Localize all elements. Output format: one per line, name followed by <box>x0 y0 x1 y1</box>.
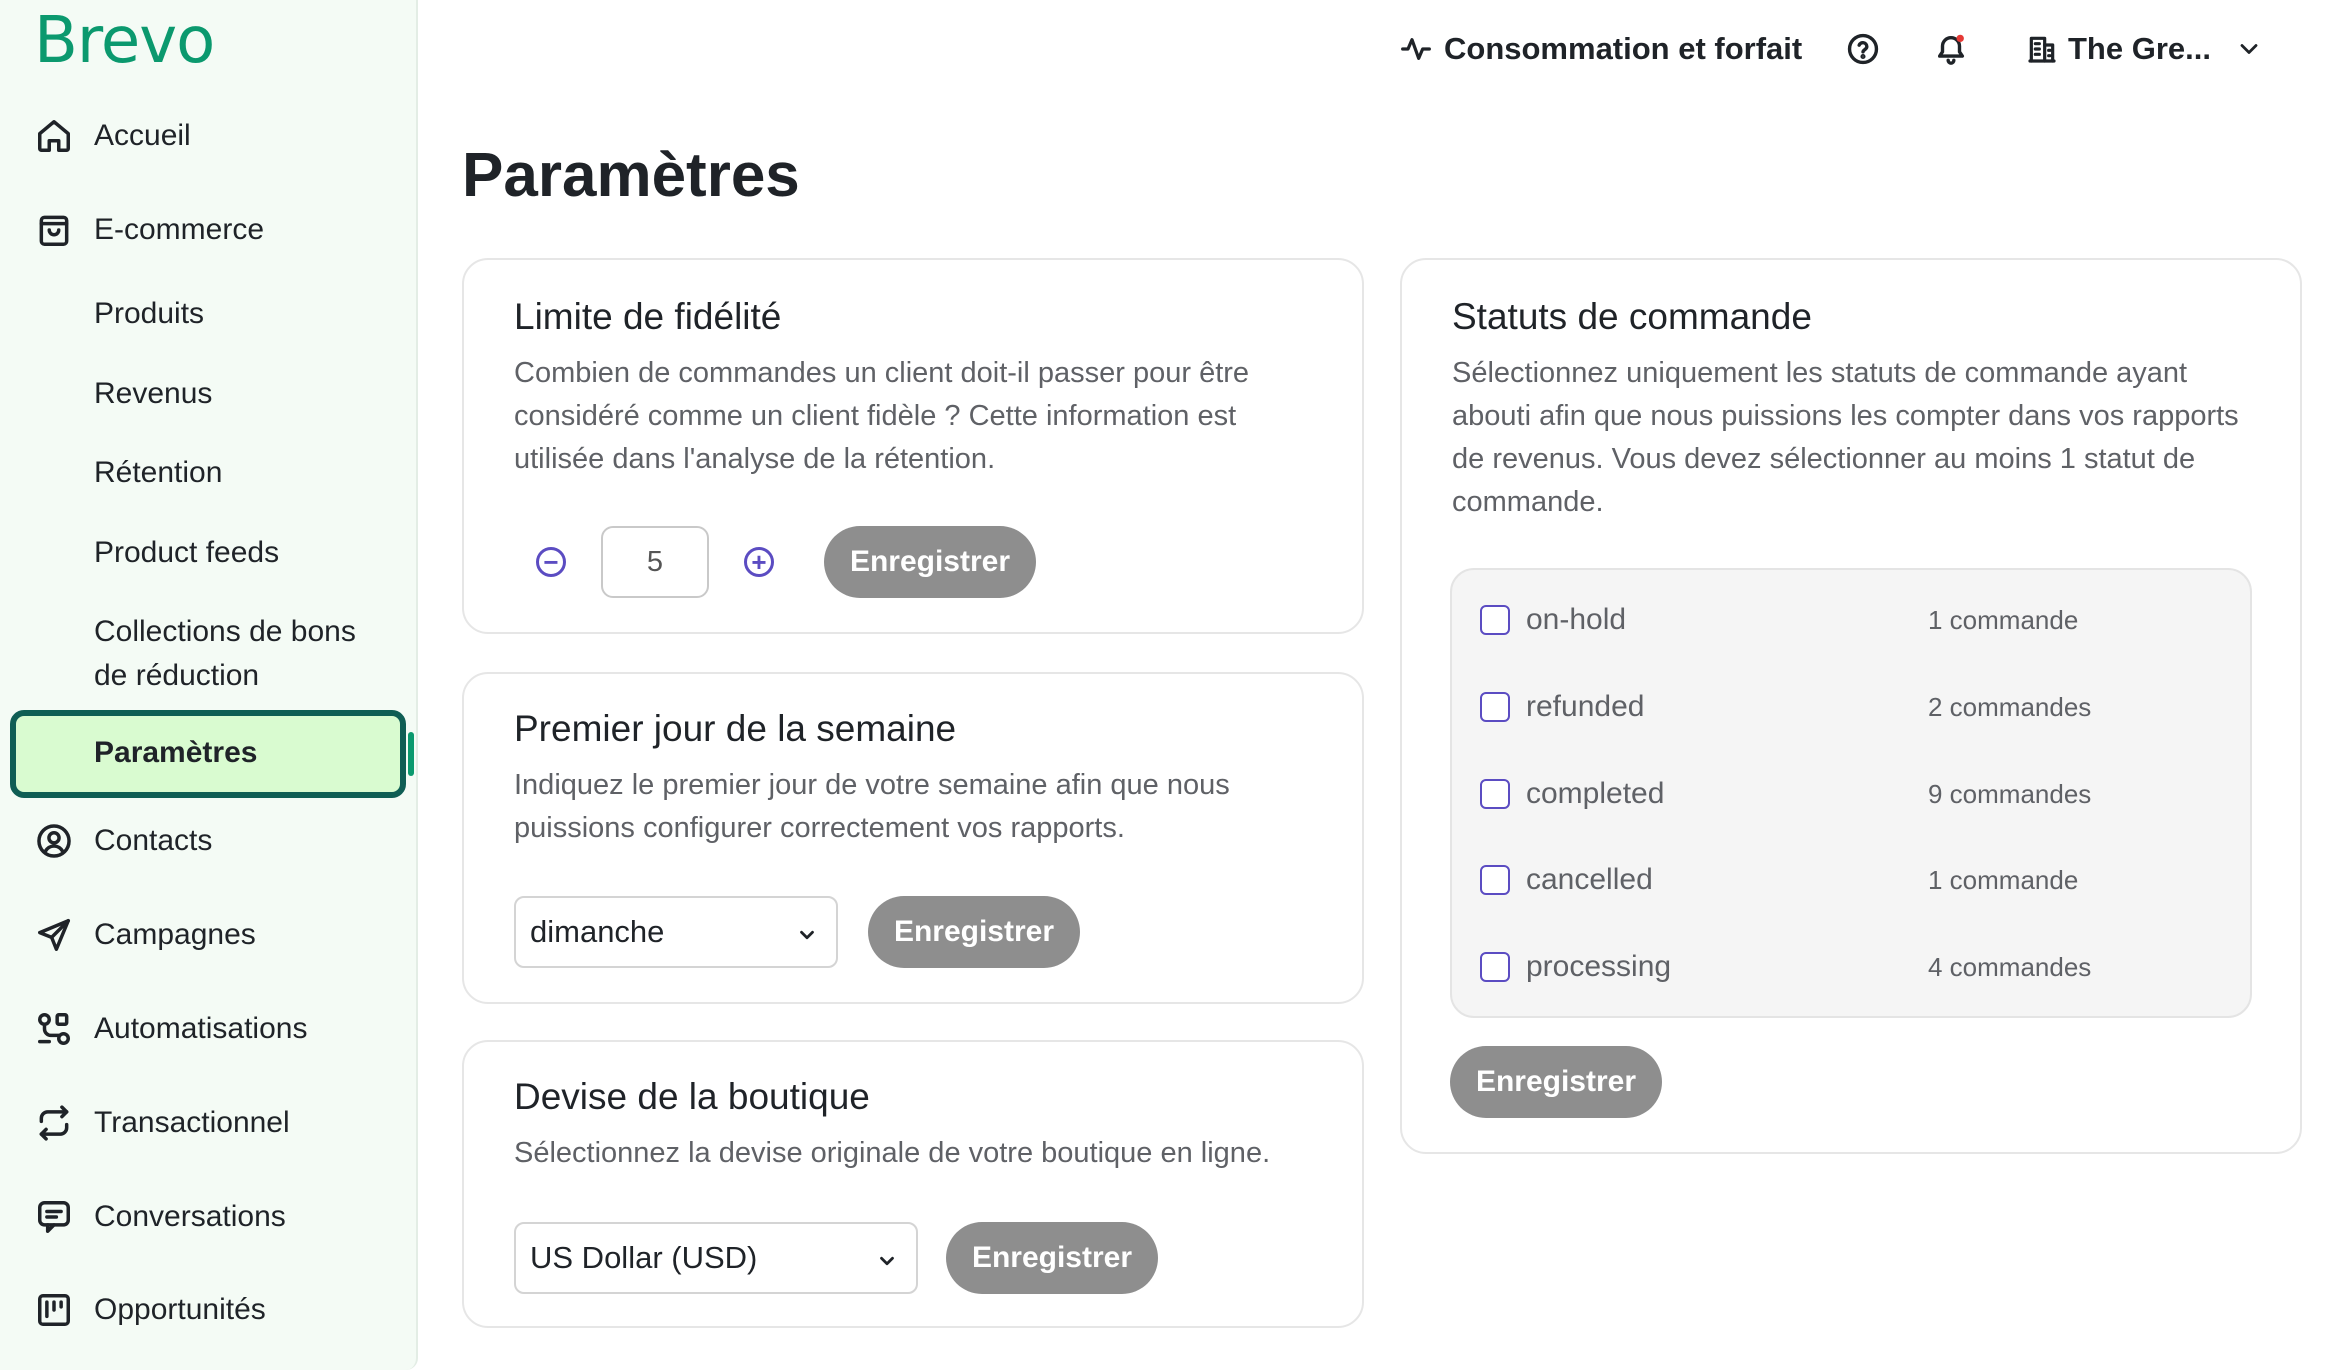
sidebar-item-contacts[interactable]: Contacts <box>34 811 212 871</box>
page-title: Paramètres <box>462 141 800 210</box>
card-description: Combien de commandes un client doit-il p… <box>514 357 1250 475</box>
plus-icon: + <box>751 547 767 577</box>
status-row-cancelled[interactable]: cancelled 1 commande <box>1480 860 2220 900</box>
collections-label-line2: de réduction <box>94 659 260 692</box>
brevo-logo[interactable]: Brevo <box>34 4 215 78</box>
sidebar-item-label: Campagnes <box>94 918 256 951</box>
account-name: The Gre... <box>2068 31 2211 66</box>
currency-save-button[interactable]: Enregistrer <box>946 1222 1158 1294</box>
loyalty-limit-card: Limite de fidélité Combien de commandes … <box>462 258 1364 634</box>
card-title: Statuts de commande <box>1452 296 1812 337</box>
sidebar-item-transactionnel[interactable]: Transactionnel <box>34 1093 290 1153</box>
chevron-down-icon <box>2240 44 2258 54</box>
building-icon <box>2028 36 2056 63</box>
card-title: Limite de fidélité <box>514 296 782 337</box>
sidebar-subitem-revenus[interactable]: Revenus <box>94 372 212 416</box>
status-name: on-hold <box>1526 603 1627 636</box>
first-day-select[interactable]: dimanche <box>514 896 838 968</box>
loyalty-save-button[interactable]: Enregistrer <box>824 526 1036 598</box>
collections-label-line1: Collections de bons <box>94 615 356 648</box>
contact-icon <box>34 821 74 861</box>
sidebar-item-label: Paramètres <box>94 736 258 769</box>
order-status-list: on-hold 1 commande refunded 2 commandes … <box>1450 568 2252 1018</box>
sidebar-subitem-retention[interactable]: Rétention <box>94 451 222 495</box>
status-name: refunded <box>1526 690 1645 723</box>
activity-icon <box>1401 38 1431 60</box>
currency-select[interactable]: US Dollar (USD) <box>514 1222 918 1294</box>
help-icon <box>1847 33 1879 65</box>
status-checkbox[interactable] <box>1480 692 1510 722</box>
status-row-completed[interactable]: completed 9 commandes <box>1480 774 2220 814</box>
sidebar-subitem-produits[interactable]: Produits <box>94 292 204 336</box>
status-row-on-hold[interactable]: on-hold 1 commande <box>1480 600 2220 640</box>
status-checkbox[interactable] <box>1480 865 1510 895</box>
status-checkbox[interactable] <box>1480 605 1510 635</box>
minus-icon: − <box>543 547 559 577</box>
sidebar-item-label: Opportunités <box>94 1293 266 1326</box>
select-value: dimanche <box>530 914 665 949</box>
sidebar-item-label: E-commerce <box>94 213 265 246</box>
sidebar-item-label: Transactionnel <box>94 1106 290 1139</box>
sidebar-subitem-collections[interactable]: Collections de bons de réduction <box>94 610 356 698</box>
status-checkbox[interactable] <box>1480 779 1510 809</box>
order-status-save-button[interactable]: Enregistrer <box>1450 1046 1662 1118</box>
first-day-week-card: Premier jour de la semaine Indiquez le p… <box>462 672 1364 1004</box>
status-row-processing[interactable]: processing 4 commandes <box>1480 947 2220 987</box>
bell-icon <box>1937 34 1965 65</box>
notifications-button[interactable] <box>1934 24 1968 74</box>
week-save-button[interactable]: Enregistrer <box>868 896 1080 968</box>
increment-button[interactable]: + <box>744 547 774 577</box>
sidebar-item-conversations[interactable]: Conversations <box>34 1187 286 1247</box>
sidebar-item-label: Automatisations <box>94 1012 308 1045</box>
sidebar-item-ecommerce[interactable]: E-commerce <box>34 200 264 260</box>
sidebar-item-opportunites[interactable]: Opportunités <box>34 1280 266 1340</box>
card-title: Premier jour de la semaine <box>514 708 957 749</box>
sidebar-item-automatisations[interactable]: Automatisations <box>34 999 307 1059</box>
status-checkbox[interactable] <box>1480 952 1510 982</box>
sidebar-item-label: Contacts <box>94 824 213 857</box>
account-menu[interactable]: The Gre... <box>2026 24 2263 74</box>
status-name: processing <box>1526 950 1672 983</box>
usage-plan-link[interactable]: Consommation et forfait <box>1400 24 1802 74</box>
repeat-icon <box>34 1103 74 1143</box>
status-count: 1 commande <box>1928 864 2079 895</box>
card-description: Sélectionnez uniquement les statuts de c… <box>1452 357 2239 518</box>
status-count: 9 commandes <box>1928 778 2092 809</box>
chevron-down-icon <box>800 930 814 940</box>
loyalty-limit-input[interactable] <box>601 526 709 598</box>
status-count: 2 commandes <box>1928 691 2092 722</box>
select-value: US Dollar (USD) <box>530 1240 758 1275</box>
sidebar-item-accueil[interactable]: Accueil <box>34 106 191 166</box>
sidebar-subitem-product-feeds[interactable]: Product feeds <box>94 531 279 575</box>
sidebar-item-campagnes[interactable]: Campagnes <box>34 905 256 965</box>
kanban-icon <box>34 1290 74 1330</box>
sidebar-item-label: Conversations <box>94 1200 286 1233</box>
chat-icon <box>34 1197 74 1237</box>
status-count: 4 commandes <box>1928 951 2092 982</box>
status-name: cancelled <box>1526 863 1653 896</box>
automation-icon <box>34 1009 74 1049</box>
chevron-down-icon <box>880 1256 894 1266</box>
card-title: Devise de la boutique <box>514 1076 870 1117</box>
shopping-bag-icon <box>34 210 74 250</box>
status-count: 1 commande <box>1928 604 2079 635</box>
active-indicator <box>408 732 414 776</box>
sidebar-subitem-parametres[interactable]: Paramètres <box>10 710 406 798</box>
decrement-button[interactable]: − <box>536 547 566 577</box>
usage-plan-label: Consommation et forfait <box>1444 31 1803 66</box>
status-name: completed <box>1526 777 1665 810</box>
home-icon <box>34 116 74 156</box>
sidebar-item-label: Accueil <box>94 119 191 152</box>
shop-currency-card: Devise de la boutique Sélectionnez la de… <box>462 1040 1364 1328</box>
send-icon <box>34 915 74 955</box>
card-description: Indiquez le premier jour de votre semain… <box>514 769 1230 844</box>
card-description: Sélectionnez la devise originale de votr… <box>514 1137 1271 1169</box>
status-row-refunded[interactable]: refunded 2 commandes <box>1480 687 2220 727</box>
sidebar: Brevo Accueil E-commerce Produits Revenu… <box>0 0 418 1370</box>
help-button[interactable] <box>1846 24 1880 74</box>
